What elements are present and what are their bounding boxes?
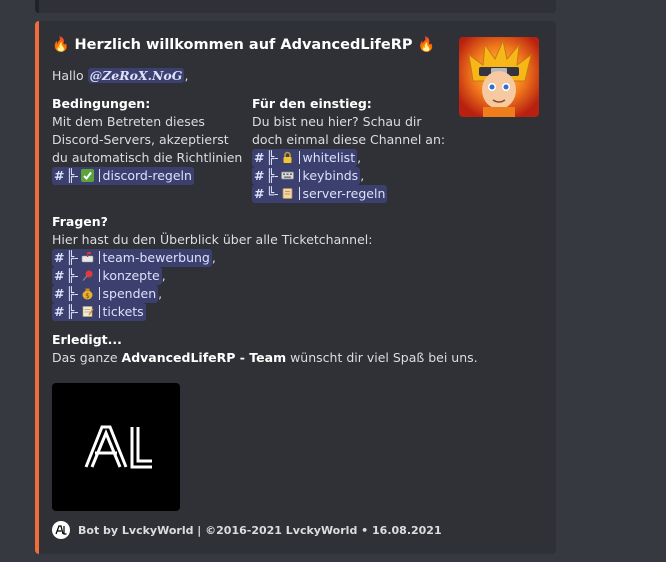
field-beginners: Für den einstieg: Du bist neu hier? Scha… — [252, 95, 452, 203]
field-name: Erledigt... — [52, 332, 122, 347]
embed-footer: Bot by LvckyWorld | ©2016-2021 LvckyWorl… — [52, 521, 442, 539]
greeting-suffix: , — [184, 68, 189, 83]
channel-link-spenden[interactable]: # ╠- $ spenden — [52, 285, 159, 303]
field-name: Bedingungen: — [52, 96, 151, 111]
channel-hash-icon: # — [254, 168, 265, 183]
channel-separator — [298, 187, 300, 200]
channel-separator — [98, 169, 100, 182]
scroll-icon — [281, 187, 294, 200]
channel-separator — [98, 305, 100, 318]
channel-name: tickets — [102, 304, 144, 319]
channel-separator — [98, 287, 100, 300]
tree-glyph: ╚- — [266, 186, 279, 201]
avatar-thumbnail-image — [459, 37, 539, 117]
footer-text: Bot by LvckyWorld | ©2016-2021 LvckyWorl… — [78, 523, 358, 537]
footer-date: 16.08.2021 — [372, 523, 442, 537]
done-text-suffix: wünscht dir viel Spaß bei uns. — [286, 350, 478, 365]
channel-hash-icon: # — [254, 150, 265, 165]
channel-separator — [298, 169, 300, 182]
team-name: AdvancedLifeRP - Team — [121, 350, 287, 365]
welcome-embed: 🔥 Herzlich willkommen auf AdvancedLifeRP… — [35, 21, 556, 554]
embed-image[interactable] — [52, 383, 180, 511]
field-name: Fragen? — [52, 214, 108, 229]
tree-glyph: ╠- — [66, 250, 79, 265]
fire-icon: 🔥 — [417, 37, 435, 53]
channel-name: spenden — [102, 286, 157, 301]
embed-greeting: Hallo @𝒁𝒆𝑹𝒐𝑿.𝑵𝒐𝑮, — [52, 67, 188, 85]
channel-hash-icon: # — [54, 286, 65, 301]
keyboard-icon — [280, 169, 294, 182]
embed-title: 🔥 Herzlich willkommen auf AdvancedLifeRP… — [52, 37, 435, 53]
channel-name: whitelist — [302, 150, 356, 165]
embed-title-text: Herzlich willkommen auf AdvancedLifeRP — [74, 37, 413, 53]
lock-icon — [281, 151, 294, 164]
tree-glyph: ╠- — [266, 150, 279, 165]
field-value: Du bist neu hier? Schau dir doch einmal … — [252, 114, 446, 147]
channel-name: team-bewerbung — [102, 250, 210, 265]
al-logo-image — [84, 425, 152, 469]
channel-hash-icon: # — [54, 304, 65, 319]
channel-hash-icon: # — [54, 168, 65, 183]
channel-name: konzepte — [102, 268, 160, 283]
tree-glyph: ╠- — [66, 168, 79, 183]
field-value: Mit dem Betreten dieses Discord-Servers,… — [52, 114, 243, 165]
tree-glyph: ╠- — [66, 268, 79, 283]
channel-separator — [298, 151, 300, 164]
tree-glyph: ╠- — [66, 304, 79, 319]
field-questions: Fragen? Hier hast du den Überblick über … — [52, 213, 452, 321]
field-conditions: Bedingungen: Mit dem Betreten dieses Dis… — [52, 95, 247, 185]
channel-link-keybinds[interactable]: # ╠- keybinds — [252, 167, 361, 185]
user-mention[interactable]: @𝒁𝒆𝑹𝒐𝑿.𝑵𝒐𝑮 — [87, 68, 185, 83]
field-name: Für den einstieg: — [252, 96, 372, 111]
fire-icon: 🔥 — [52, 37, 70, 53]
channel-name: discord-regeln — [102, 168, 192, 183]
field-value: Das ganze AdvancedLifeRP - Team wünscht … — [52, 349, 512, 367]
channel-link-discord-regeln[interactable]: # ╠- discord-regeln — [52, 167, 194, 185]
memo-icon — [81, 305, 94, 318]
done-text-prefix: Das ganze — [52, 350, 122, 365]
check-mark-icon — [80, 169, 94, 182]
footer-separator: • — [357, 523, 373, 537]
field-value: Hier hast du den Überblick über alle Tic… — [52, 232, 373, 247]
embed-accent-bar — [35, 21, 39, 554]
mailbox-icon — [81, 251, 94, 264]
channel-hash-icon: # — [254, 186, 265, 201]
channel-hash-icon: # — [54, 250, 65, 265]
pushpin-icon — [81, 269, 94, 282]
channel-name: keybinds — [302, 168, 359, 183]
channel-name: server-regeln — [302, 186, 386, 201]
previous-embed-accent — [35, 0, 39, 13]
footer-logo-icon — [52, 521, 70, 539]
greeting-text: Hallo — [52, 68, 88, 83]
embed-thumbnail[interactable] — [459, 37, 539, 117]
field-done: Erledigt... Das ganze AdvancedLifeRP - T… — [52, 331, 512, 367]
svg-text:$: $ — [85, 292, 89, 300]
channel-separator — [98, 251, 100, 264]
channel-link-whitelist[interactable]: # ╠- whitelist — [252, 149, 358, 167]
channel-separator — [98, 269, 100, 282]
channel-link-server-regeln[interactable]: # ╚- server-regeln — [252, 185, 388, 203]
previous-embed — [35, 0, 556, 13]
channel-link-konzepte[interactable]: # ╠- konzepte — [52, 267, 162, 285]
channel-link-tickets[interactable]: # ╠- tickets — [52, 303, 146, 321]
money-bag-icon: $ — [81, 287, 94, 300]
tree-glyph: ╠- — [66, 286, 79, 301]
channel-link-team-bewerbung[interactable]: # ╠- team-bewerbung — [52, 249, 212, 267]
tree-glyph: ╠- — [266, 168, 279, 183]
channel-hash-icon: # — [54, 268, 65, 283]
